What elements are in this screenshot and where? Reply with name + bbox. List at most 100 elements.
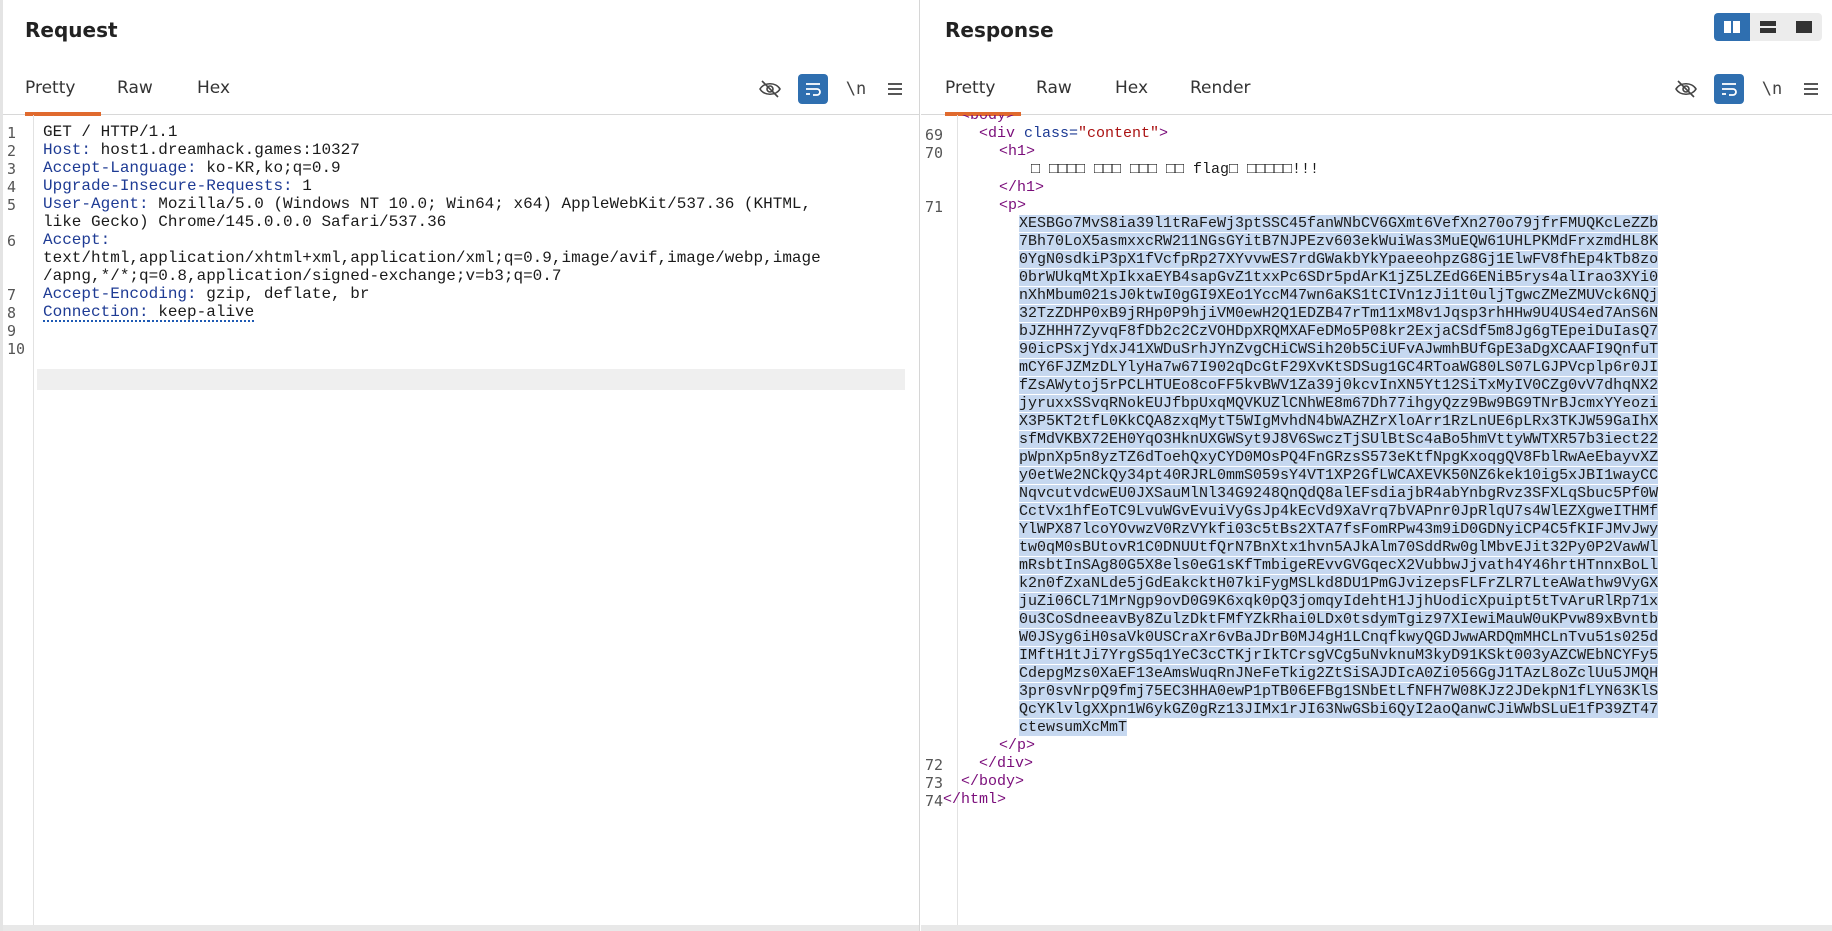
response-pane: Response Pretty Raw Hex Render \n <body>… bbox=[921, 0, 1832, 931]
tab-label: Hex bbox=[1115, 78, 1149, 98]
code-line: 3pr0svNrpQ9fmj75EC3HHA0ewP1pTB06EFBg1SNb… bbox=[1019, 683, 1659, 701]
request-editor[interactable]: 1 GET / HTTP/1.1 2 Host: host1.dreamhack.ga… bbox=[3, 115, 919, 931]
html-tag: </h1> bbox=[999, 179, 1045, 196]
code-line: sfMdVKBX72EH0YqO3HknUXGWSyt9J8V6SwczTjSU… bbox=[1019, 431, 1659, 449]
split-rows-icon[interactable] bbox=[1750, 13, 1786, 41]
selected-text: nXhMbum021sJ0ktwI0gGI9XEo1YccM47wn6aKS1t… bbox=[1019, 287, 1659, 304]
selected-text: XESBGo7MvS8ia39l1tRaFeWj3ptSSC45fanWNbCV… bbox=[1019, 215, 1659, 232]
header-name: User-Agent: bbox=[43, 195, 149, 213]
wrap-icon[interactable] bbox=[798, 74, 828, 104]
code-line: Accept-Encoding: gzip, deflate, br bbox=[43, 285, 369, 303]
code-line: QcYKlvlgXXpn1W6ykGZ0gRz13JIMx1rJI63NwGSb… bbox=[1019, 701, 1659, 719]
selected-text: juZi06CL71MrNgp9ovD0G9K6xqk0pQ3jomqyIdeh… bbox=[1019, 593, 1659, 610]
line-number: 73 bbox=[925, 774, 944, 792]
text-content: □ □□□□ □□□ □□□ □□ flag□ □□□□□!!! bbox=[1031, 161, 1320, 178]
selected-text: 3pr0svNrpQ9fmj75EC3HHA0ewP1pTB06EFBg1SNb… bbox=[1019, 683, 1659, 700]
code-line: YlWPX87lcoYOvwzV0RzVYkfi03c5tBs2XTA7fsFo… bbox=[1019, 521, 1659, 539]
html-tag: <body> bbox=[961, 115, 1016, 124]
code-line: CctVx1hfEoTC9LvuWGvEvuiVyGsJp4kEcVd9XaVr… bbox=[1019, 503, 1659, 521]
html-attribute: class= bbox=[1024, 125, 1079, 142]
selected-text: NqvcutvdcwEU0JXSauMlNl34G9248QnQdQ8alEFs… bbox=[1019, 485, 1659, 502]
menu-icon[interactable] bbox=[880, 74, 910, 104]
single-pane-icon[interactable] bbox=[1786, 13, 1822, 41]
code-line: text/html,application/xhtml+xml,applicat… bbox=[43, 249, 821, 267]
code-line: User-Agent: Mozilla/5.0 (Windows NT 10.0… bbox=[43, 195, 811, 213]
tab-request-hex[interactable]: Hex bbox=[197, 78, 230, 112]
line-number: 9 bbox=[7, 322, 17, 340]
selected-text: bJZHHH7ZyvqF8fDb2c2CzVOHDpXRQMXAFeDMo5P0… bbox=[1019, 323, 1659, 340]
newline-toggle[interactable]: \n bbox=[1757, 74, 1787, 104]
selected-text: 32TzZDHP0xB9jRHp0P9hjiVM0ewH2Q1EDZB47rTm… bbox=[1019, 305, 1659, 322]
header-value: ko-KR,ko;q=0.9 bbox=[196, 159, 341, 177]
header-name: Accept-Encoding: bbox=[43, 285, 197, 303]
html-tag: > bbox=[1159, 125, 1169, 142]
tab-response-hex[interactable]: Hex bbox=[1115, 78, 1148, 112]
selected-text: mRsbtInSAg80G5X8els0eG1sKfTmbigeREvvGVGq… bbox=[1019, 557, 1659, 574]
code-line: CdepgMzs0XaEF13eAmsWuqRnJNeFeTkig2ZtSiSA… bbox=[1019, 665, 1659, 683]
code-line: jyruxxSSvqRNokEUJfbpUxqMQVKUZlCNhWE8m67D… bbox=[1019, 395, 1659, 413]
code-line: tw0qM0sBUtovR1C0DNUUtfQrN7BnXtx1hvn5AJkA… bbox=[1019, 539, 1659, 557]
selected-text: 90icPSxjYdxJ41XWDuSrhJYnZvgCHiCWSih20b5C… bbox=[1019, 341, 1659, 358]
line-number: 74 bbox=[925, 792, 944, 810]
code-line: <h1> bbox=[999, 143, 1035, 161]
wrap-icon[interactable] bbox=[1714, 74, 1744, 104]
request-title: Request bbox=[25, 18, 118, 42]
selected-text: tw0qM0sBUtovR1C0DNUUtfQrN7BnXtx1hvn5AJkA… bbox=[1019, 539, 1659, 556]
horizontal-scrollbar[interactable] bbox=[3, 925, 919, 931]
code-line: W0JSyg6iH0saVk0USCraXr6vBaJDrB0MJ4gH1LCn… bbox=[1019, 629, 1659, 647]
tab-response-render[interactable]: Render bbox=[1190, 78, 1251, 112]
code-line: </body> bbox=[961, 773, 1024, 791]
selected-text: X3P5KT2tfL0KkCQA8zxqMytT5WIgMvhdN4bWAZHZ… bbox=[1019, 413, 1659, 430]
tab-request-pretty[interactable]: Pretty bbox=[25, 78, 101, 116]
code-line: Accept: bbox=[43, 231, 110, 249]
code-line: </div> bbox=[979, 755, 1033, 773]
newline-toggle[interactable]: \n bbox=[841, 74, 871, 104]
html-tag: <h1> bbox=[999, 143, 1036, 160]
response-title: Response bbox=[945, 18, 1054, 42]
code-line: X3P5KT2tfL0KkCQA8zxqMytT5WIgMvhdN4bWAZHZ… bbox=[1019, 413, 1659, 431]
request-tabs: Pretty Raw Hex \n bbox=[3, 70, 919, 116]
selected-text: CctVx1hfEoTC9LvuWGvEvuiVyGsJp4kEcVd9XaVr… bbox=[1019, 503, 1659, 520]
code-line: NqvcutvdcwEU0JXSauMlNl34G9248QnQdQ8alEFs… bbox=[1019, 485, 1659, 503]
code-line: mCY6FJZMzDLYlyHa7w67I902qDcGtF29XvKtSDSu… bbox=[1019, 359, 1659, 377]
header-value: /apng,*/*;q=0.8,application/signed-excha… bbox=[43, 267, 562, 285]
tab-request-raw[interactable]: Raw bbox=[117, 78, 153, 112]
code-line: GET / HTTP/1.1 bbox=[43, 123, 177, 141]
selected-text: W0JSyg6iH0saVk0USCraXr6vBaJDrB0MJ4gH1LCn… bbox=[1019, 629, 1659, 646]
layout-switcher bbox=[1714, 13, 1822, 41]
selected-text: k2n0fZxaNLde5jGdEakcktH07kiFygMSLkd8DU1P… bbox=[1019, 575, 1659, 592]
current-line-highlight bbox=[37, 369, 905, 390]
code-line: /apng,*/*;q=0.8,application/signed-excha… bbox=[43, 267, 561, 285]
line-number: 5 bbox=[7, 196, 17, 214]
response-editor[interactable]: <body> 69 <div class="content"> 70 <h1> □ □□□… bbox=[921, 115, 1832, 931]
split-columns-icon[interactable] bbox=[1714, 13, 1750, 41]
html-tag: <p> bbox=[999, 197, 1027, 214]
html-tag: </body> bbox=[961, 773, 1025, 790]
tab-response-raw[interactable]: Raw bbox=[1036, 78, 1072, 112]
line-number: 72 bbox=[925, 756, 944, 774]
line-number: 4 bbox=[7, 178, 17, 196]
header-value: gzip, deflate, br bbox=[196, 285, 370, 303]
code-line: 32TzZDHP0xB9jRHp0P9hjiVM0ewH2Q1EDZB47rTm… bbox=[1019, 305, 1659, 323]
line-number: 8 bbox=[7, 304, 17, 322]
code-line: <div class="content"> bbox=[979, 125, 1168, 143]
code-line: bJZHHH7ZyvqF8fDb2c2CzVOHDpXRQMXAFeDMo5P0… bbox=[1019, 323, 1659, 341]
code-line: pWpnXp5n8yzTZ6dToehQxyCYD0MOsPQ4FnGRzsS5… bbox=[1019, 449, 1659, 467]
header-value: text/html,application/xhtml+xml,applicat… bbox=[43, 249, 821, 267]
horizontal-scrollbar[interactable] bbox=[921, 925, 1832, 931]
tab-response-pretty[interactable]: Pretty bbox=[945, 78, 1021, 116]
selected-text: IMftH1tJi7YrgS5q1YeC3cCTKjrIkTCrsgVCg5uN… bbox=[1019, 647, 1659, 664]
header-value: host1.dreamhack.games:10327 bbox=[91, 141, 360, 159]
line-number: 7 bbox=[7, 286, 17, 304]
code-line: </p> bbox=[999, 737, 1035, 755]
eye-off-icon[interactable] bbox=[755, 74, 785, 104]
header-value: keep-alive bbox=[148, 303, 255, 321]
header-name: Connection: bbox=[43, 303, 149, 321]
code-line: nXhMbum021sJ0ktwI0gGI9XEo1YccM47wn6aKS1t… bbox=[1019, 287, 1659, 305]
line-number: 71 bbox=[925, 198, 944, 216]
tab-label: Render bbox=[1190, 78, 1251, 98]
menu-icon[interactable] bbox=[1796, 74, 1826, 104]
header-value: Mozilla/5.0 (Windows NT 10.0; Win64; x64… bbox=[148, 195, 812, 213]
eye-off-icon[interactable] bbox=[1671, 74, 1701, 104]
code-line: fZsAWytoj5rPCLHTUEo8coFF5kvBWV1Za39j0kcv… bbox=[1019, 377, 1659, 395]
